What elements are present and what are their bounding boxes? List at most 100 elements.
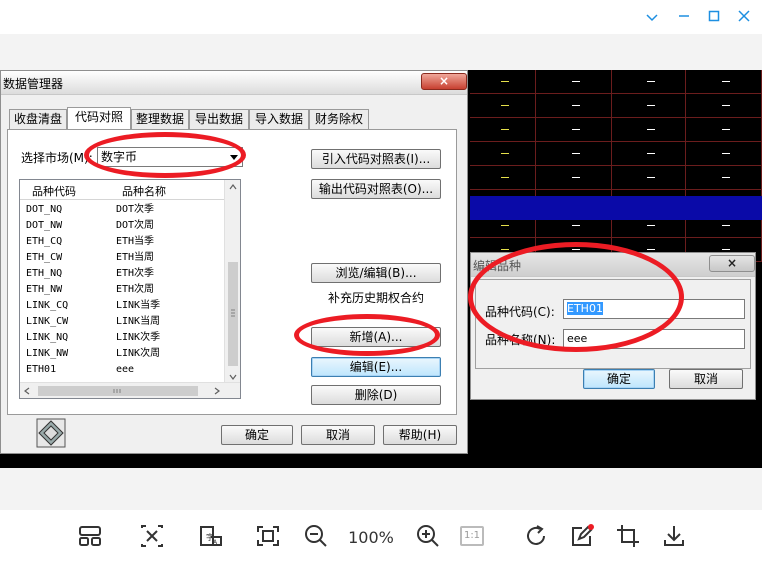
thumbnail-view-icon[interactable] xyxy=(76,522,104,550)
code-list[interactable]: 品种代码 品种名称 DOT_NQ DOT次季 DOT_NW DOT次周 ETH_CQ ET… xyxy=(19,179,241,399)
grid-dash xyxy=(722,129,730,130)
list-item[interactable]: ETH_CW ETH当周 xyxy=(20,250,224,266)
list-item[interactable]: ETH01 eee xyxy=(20,362,224,378)
zoom-in-icon[interactable] xyxy=(414,522,442,550)
crop-icon[interactable] xyxy=(614,522,642,550)
grid-dash xyxy=(647,105,655,106)
viewer-titlebar xyxy=(0,0,762,34)
fit-window-icon[interactable] xyxy=(254,522,282,550)
edit-dialog-close-button[interactable]: × xyxy=(709,255,755,272)
list-item[interactable]: LINK_CW LINK当周 xyxy=(20,314,224,330)
minimize-icon[interactable] xyxy=(672,6,696,28)
list-item-code: LINK_CW xyxy=(26,316,69,327)
list-item[interactable]: ETH_CQ ETH当季 xyxy=(20,234,224,250)
edit-button[interactable]: 编辑(E)... xyxy=(311,357,441,377)
grid-dash xyxy=(501,249,509,250)
image-text-icon[interactable]: 字A xyxy=(196,522,224,550)
delete-button[interactable]: 删除(D) xyxy=(311,385,441,405)
list-item-name: LINK次季 xyxy=(116,332,161,343)
grid-dash xyxy=(501,177,509,178)
download-icon[interactable] xyxy=(660,522,688,550)
list-item[interactable]: DOT_NW DOT次周 xyxy=(20,218,224,234)
tab-import-data[interactable]: 导入数据 xyxy=(249,109,309,129)
grid-cell xyxy=(470,142,536,166)
app-logo-icon xyxy=(35,417,67,449)
edit-ok-button[interactable]: 确定 xyxy=(583,369,655,389)
list-item[interactable]: DOT_NQ DOT次季 xyxy=(20,202,224,218)
list-item-name: ETH当周 xyxy=(116,252,155,263)
viewer-toolbar: 字A 100% 1:1 xyxy=(0,510,762,564)
ok-button[interactable]: 确定 xyxy=(221,425,293,445)
list-item-name: ETH次季 xyxy=(116,268,155,279)
grid-dash xyxy=(722,81,730,82)
data-manager-dialog: 数据管理器 × 收盘清盘 代码对照 整理数据 导出数据 导入数据 财务除权 选择… xyxy=(0,70,468,454)
grid-cell xyxy=(470,70,536,94)
edit-icon[interactable] xyxy=(568,522,596,550)
grid-cell xyxy=(536,70,612,94)
grid-dash xyxy=(572,81,580,82)
list-item-code: ETH01 xyxy=(26,364,57,375)
export-mapping-button[interactable]: 输出代码对照表(O)... xyxy=(311,179,441,199)
list-item[interactable]: ETH_NQ ETH次季 xyxy=(20,266,224,282)
list-item-code: LINK_CQ xyxy=(26,300,69,311)
list-item[interactable]: LINK_CQ LINK当季 xyxy=(20,298,224,314)
grid-cell xyxy=(536,142,612,166)
browse-edit-button[interactable]: 浏览/编辑(B)... xyxy=(311,263,441,283)
vertical-scrollbar[interactable] xyxy=(224,180,240,384)
tab-code-mapping[interactable]: 代码对照 xyxy=(67,107,131,130)
grid-dash xyxy=(647,81,655,82)
chevron-down-icon[interactable] xyxy=(640,6,664,28)
grid-dash xyxy=(722,225,730,226)
dialog-title: 数据管理器 xyxy=(3,77,64,91)
list-item[interactable]: ETH_NW ETH次周 xyxy=(20,282,224,298)
list-item-code: ETH_CW xyxy=(26,252,63,263)
tab-financial-exright[interactable]: 财务除权 xyxy=(309,109,369,129)
tab-close-clear[interactable]: 收盘清盘 xyxy=(9,109,67,129)
grid-dash xyxy=(647,225,655,226)
grid-dash xyxy=(647,129,655,130)
zoom-level: 100% xyxy=(348,528,394,547)
list-item-code: ETH_NQ xyxy=(26,268,63,279)
list-item-code: ETH_NW xyxy=(26,284,63,295)
import-mapping-button[interactable]: 引入代码对照表(I)... xyxy=(311,149,441,169)
list-item-code: ETH_CQ xyxy=(26,236,63,247)
horizontal-scrollbar[interactable] xyxy=(20,382,240,398)
grid-dash xyxy=(722,153,730,154)
shuffle-icon[interactable] xyxy=(138,522,166,550)
tab-organize-data[interactable]: 整理数据 xyxy=(131,109,189,129)
list-item[interactable]: LINK_NQ LINK次季 xyxy=(20,330,224,346)
grid-dash xyxy=(647,177,655,178)
grid-dash xyxy=(722,105,730,106)
supplement-options-button[interactable]: 补充历史期权合约 xyxy=(311,289,441,309)
zoom-out-icon[interactable] xyxy=(302,522,330,550)
grid-cell xyxy=(686,94,762,118)
grid-dash xyxy=(501,129,509,130)
tab-export-data[interactable]: 导出数据 xyxy=(189,109,249,129)
grid-cell xyxy=(686,118,762,142)
grid-dash xyxy=(722,249,730,250)
grid-cell xyxy=(470,118,536,142)
grid-dash xyxy=(501,81,509,82)
rotate-icon[interactable] xyxy=(522,522,550,550)
list-item-name: LINK当周 xyxy=(116,316,161,327)
edit-cancel-button[interactable]: 取消 xyxy=(669,369,743,389)
grid-cell xyxy=(536,94,612,118)
list-item[interactable]: LINK_NW LINK次周 xyxy=(20,346,224,362)
maximize-icon[interactable] xyxy=(702,6,726,28)
list-item-name: ETH当季 xyxy=(116,236,155,247)
list-item-code: LINK_NW xyxy=(26,348,69,359)
grid-cell xyxy=(470,166,536,190)
annotation-ellipse-market xyxy=(84,132,246,178)
list-item-name: DOT次季 xyxy=(116,204,155,215)
cancel-button[interactable]: 取消 xyxy=(301,425,375,445)
close-icon[interactable] xyxy=(732,6,756,28)
annotation-ellipse-add xyxy=(294,314,440,356)
grid-dash xyxy=(572,225,580,226)
list-item-name: LINK次周 xyxy=(116,348,161,359)
list-item-name: LINK当季 xyxy=(116,300,161,311)
one-to-one-button[interactable]: 1:1 xyxy=(458,522,486,550)
grid-cell xyxy=(686,70,762,94)
dialog-close-button[interactable]: × xyxy=(421,73,467,90)
help-button[interactable]: 帮助(H) xyxy=(383,425,457,445)
grid-dash xyxy=(572,129,580,130)
